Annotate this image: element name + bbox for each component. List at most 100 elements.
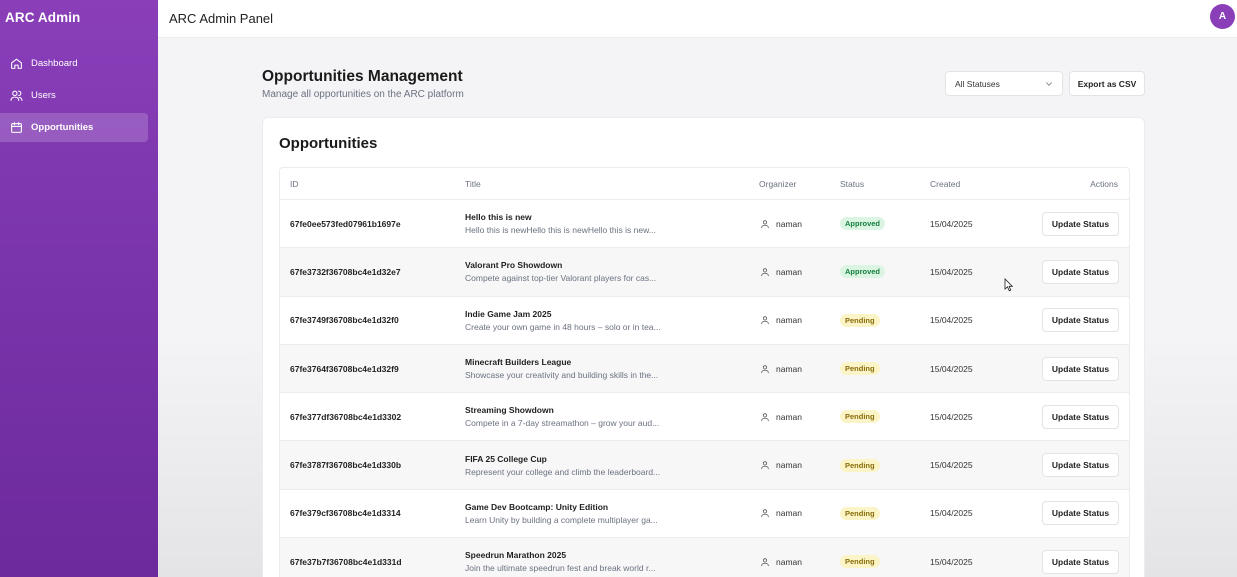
row-status: Pending xyxy=(840,393,880,440)
column-header-id[interactable]: ID xyxy=(290,179,299,189)
update-status-button[interactable]: Update Status xyxy=(1042,308,1119,333)
table-row[interactable]: 67fe3732f36708bc4e1d32e7 Valorant Pro Sho… xyxy=(280,248,1129,297)
row-status: Approved xyxy=(840,200,886,247)
table-row[interactable]: 67fe0ee573fed07961b1697e Hello this is ne… xyxy=(280,200,1129,249)
organizer-name: naman xyxy=(776,266,802,277)
sidebar-nav: Dashboard Users Opportunities xyxy=(0,49,158,145)
page-title: Opportunities Management xyxy=(262,68,463,85)
row-id: 67fe37b7f36708bc4e1d331d xyxy=(290,556,402,567)
row-id: 67fe377df36708bc4e1d3302 xyxy=(290,411,402,422)
update-status-button[interactable]: Update Status xyxy=(1042,259,1119,284)
page-subtitle: Manage all opportunities on the ARC plat… xyxy=(262,89,464,100)
status-badge: Pending xyxy=(840,362,880,376)
row-created: 15/04/2025 xyxy=(930,363,973,374)
row-created: 15/04/2025 xyxy=(930,508,973,519)
users-icon xyxy=(10,89,23,102)
organizer-name: naman xyxy=(776,315,802,326)
column-header-status[interactable]: Status xyxy=(840,179,864,189)
user-icon xyxy=(760,412,776,422)
row-id: 67fe3749f36708bc4e1d32f0 xyxy=(290,315,399,326)
row-created: 15/04/2025 xyxy=(930,218,973,229)
row-created: 15/04/2025 xyxy=(930,556,973,567)
status-badge: Approved xyxy=(840,217,886,231)
table-row[interactable]: 67fe37b7f36708bc4e1d331d Speedrun Maratho… xyxy=(280,538,1129,577)
user-icon xyxy=(760,557,776,567)
row-status: Pending xyxy=(840,297,880,344)
row-actions: Update Status xyxy=(1042,490,1119,537)
calendar-icon xyxy=(10,121,23,134)
row-title-cell: Hello this is new Hello this is newHello … xyxy=(465,200,656,247)
status-badge: Pending xyxy=(840,506,880,520)
row-description: Join the ultimate speedrun fest and brea… xyxy=(465,563,656,574)
row-actions: Update Status xyxy=(1042,200,1119,247)
user-icon xyxy=(760,267,776,277)
update-status-button[interactable]: Update Status xyxy=(1042,453,1119,478)
avatar[interactable]: A xyxy=(1210,4,1235,29)
row-id: 67fe379cf36708bc4e1d3314 xyxy=(290,508,401,519)
sidebar-item-opportunities[interactable]: Opportunities xyxy=(0,113,148,142)
row-description: Compete against top-tier Valorant player… xyxy=(465,273,657,284)
table-row[interactable]: 67fe3749f36708bc4e1d32f0 Indie Game Jam 2… xyxy=(280,297,1129,345)
row-id: 67fe3787f36708bc4e1d330b xyxy=(290,460,402,471)
column-header-organizer[interactable]: Organizer xyxy=(759,179,796,189)
row-description: Showcase your creativity and building sk… xyxy=(465,370,659,381)
row-title: Indie Game Jam 2025 xyxy=(465,308,552,319)
organizer-name: naman xyxy=(776,508,802,519)
row-status: Pending xyxy=(840,538,880,577)
status-filter-select[interactable]: All Statuses xyxy=(945,71,1063,96)
row-description: Represent your college and climb the lea… xyxy=(465,466,661,477)
user-icon xyxy=(760,315,776,325)
table-row[interactable]: 67fe3764f36708bc4e1d32f9 Minecraft Builde… xyxy=(280,344,1129,394)
table-row[interactable]: 67fe3787f36708bc4e1d330b FIFA 25 College … xyxy=(280,441,1129,490)
row-title: Streaming Showdown xyxy=(465,405,554,416)
status-badge: Approved xyxy=(840,265,886,279)
row-title: Speedrun Marathon 2025 xyxy=(465,550,567,561)
chevron-down-icon xyxy=(1046,82,1052,86)
status-badge: Pending xyxy=(840,313,880,327)
brand-logo[interactable]: ARC Admin xyxy=(5,10,80,25)
row-title-cell: Indie Game Jam 2025 Create your own game … xyxy=(465,297,661,344)
home-icon xyxy=(10,57,23,70)
update-status-button[interactable]: Update Status xyxy=(1042,549,1119,574)
row-organizer: naman xyxy=(760,538,802,577)
table-row[interactable]: 67fe377df36708bc4e1d3302 Streaming Showdo… xyxy=(280,393,1129,442)
sidebar-item-label: Users xyxy=(31,90,56,101)
row-actions: Update Status xyxy=(1042,538,1119,577)
status-badge: Pending xyxy=(840,410,880,424)
table-row[interactable]: 67fe379cf36708bc4e1d3314 Game Dev Bootcam… xyxy=(280,490,1129,539)
header-title: ARC Admin Panel xyxy=(169,11,274,26)
row-created: 15/04/2025 xyxy=(930,460,973,471)
row-actions: Update Status xyxy=(1042,345,1119,392)
organizer-name: naman xyxy=(776,411,802,422)
row-actions: Update Status xyxy=(1042,297,1119,344)
row-title-cell: Minecraft Builders League Showcase your c… xyxy=(465,345,658,392)
row-description: Hello this is newHello this is newHello … xyxy=(465,225,656,236)
row-description: Learn Unity by building a complete multi… xyxy=(465,514,658,525)
top-bar: ARC Admin Panel A xyxy=(158,0,1237,38)
organizer-name: naman xyxy=(776,460,802,471)
sidebar-item-users[interactable]: Users xyxy=(0,81,148,110)
column-header-title[interactable]: Title xyxy=(465,179,481,189)
update-status-button[interactable]: Update Status xyxy=(1042,356,1119,381)
column-header-created[interactable]: Created xyxy=(930,179,960,189)
row-title-cell: FIFA 25 College Cup Represent your colleg… xyxy=(465,441,660,488)
sidebar-item-dashboard[interactable]: Dashboard xyxy=(0,49,148,78)
row-status: Approved xyxy=(840,248,886,295)
mouse-cursor-icon xyxy=(1004,278,1014,292)
row-created: 15/04/2025 xyxy=(930,411,973,422)
row-created: 15/04/2025 xyxy=(930,266,973,277)
user-icon xyxy=(760,460,776,470)
row-id: 67fe3732f36708bc4e1d32e7 xyxy=(290,266,401,277)
row-organizer: naman xyxy=(760,345,802,392)
table-body: 67fe0ee573fed07961b1697e Hello this is ne… xyxy=(280,200,1129,577)
organizer-name: naman xyxy=(776,218,802,229)
update-status-button[interactable]: Update Status xyxy=(1042,404,1119,429)
row-description: Create your own game in 48 hours – solo … xyxy=(465,321,661,332)
column-header-actions: Actions xyxy=(1090,178,1118,189)
sidebar-item-label: Dashboard xyxy=(31,58,78,69)
row-created: 15/04/2025 xyxy=(930,315,973,326)
update-status-button[interactable]: Update Status xyxy=(1042,211,1119,236)
update-status-button[interactable]: Update Status xyxy=(1042,501,1119,526)
export-csv-button[interactable]: Export as CSV xyxy=(1069,71,1145,96)
opportunities-card: Opportunities ID Title Organizer Status … xyxy=(262,117,1145,577)
